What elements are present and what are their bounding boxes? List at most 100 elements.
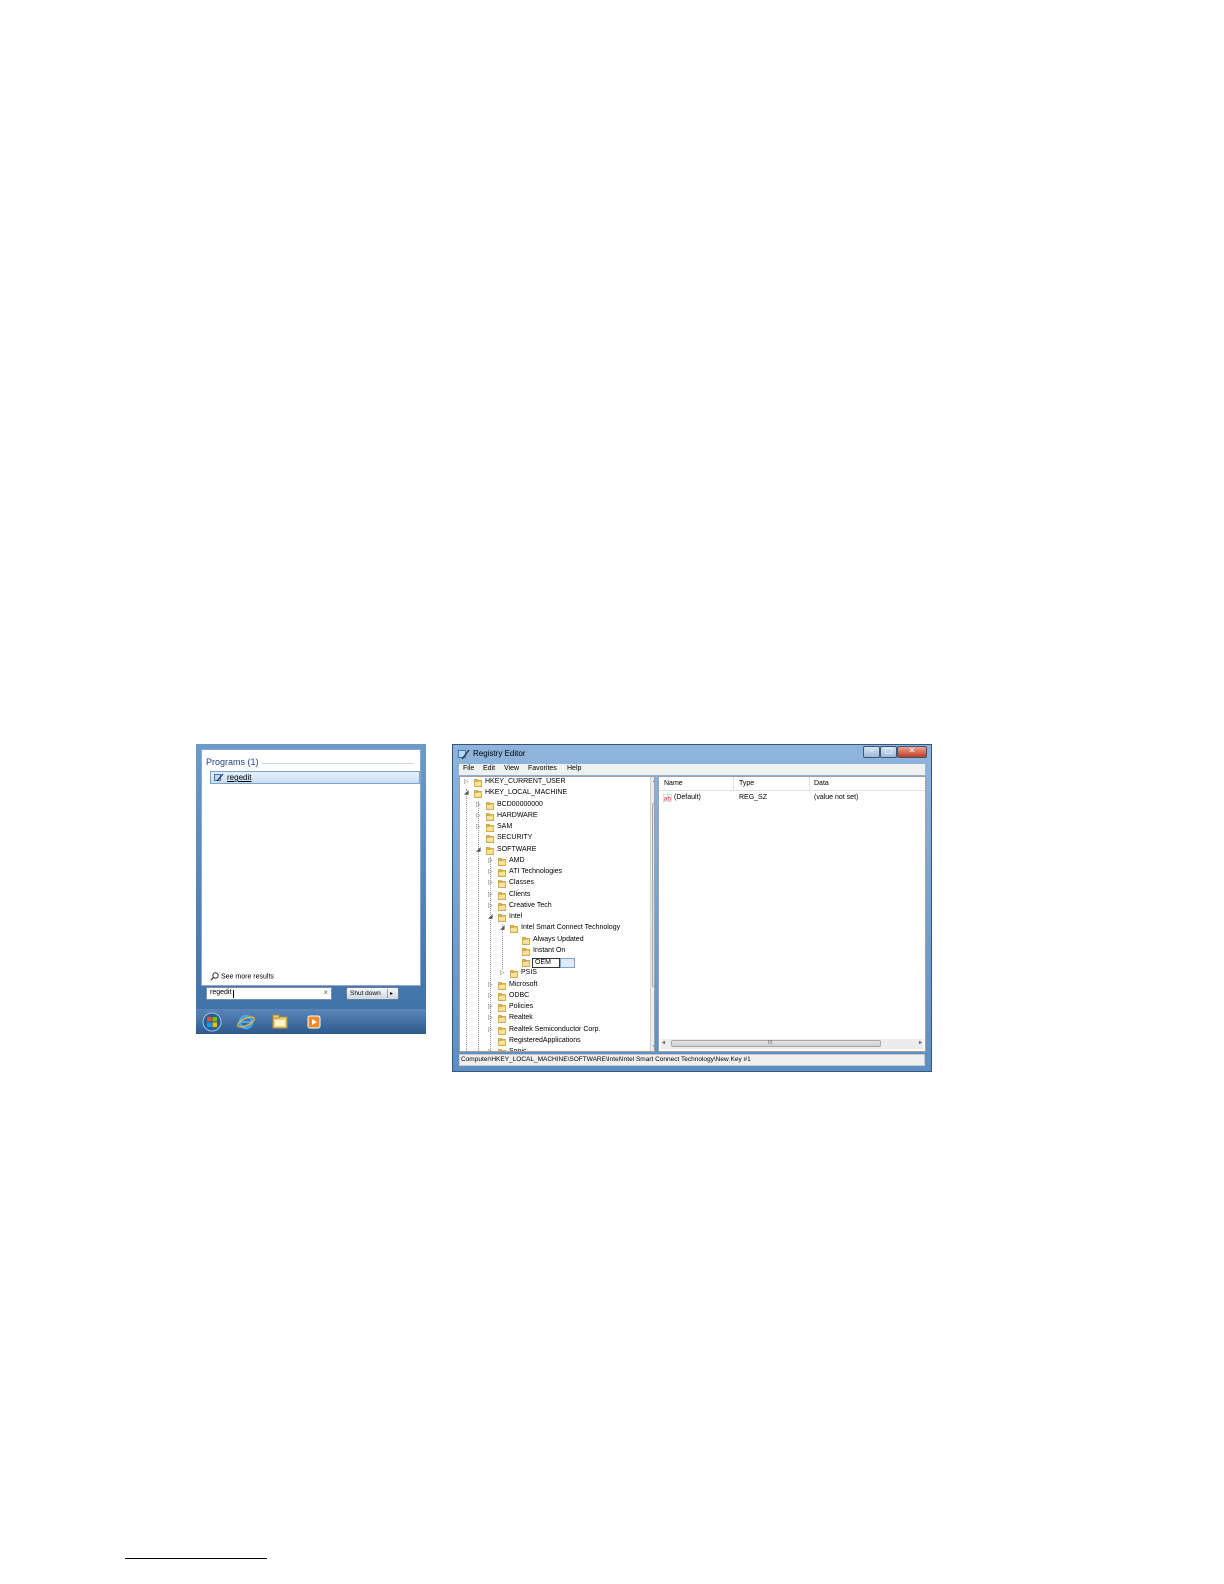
- tree-item[interactable]: ◢ SOFTWARE: [460, 846, 648, 857]
- column-data[interactable]: Data: [814, 780, 829, 787]
- tree-item[interactable]: ◢ Intel Smart Connect Technology: [460, 924, 648, 935]
- window-title: Registry Editor: [473, 749, 526, 758]
- tree-item[interactable]: ▷ Microsoft: [460, 981, 648, 992]
- tree-item[interactable]: ▷ Classes: [460, 879, 648, 890]
- tree-item-label: Classes: [509, 879, 534, 887]
- scroll-right-icon[interactable]: ▸: [919, 1039, 922, 1046]
- maximize-button[interactable]: □: [880, 746, 897, 758]
- tree-scroll-thumb[interactable]: ≡: [652, 803, 654, 987]
- tree-item-label: SECURITY: [497, 834, 533, 842]
- tree-expander-icon[interactable]: ▷: [488, 981, 494, 988]
- svg-text:ab: ab: [664, 796, 672, 803]
- tree-item[interactable]: ▷ BCD00000000: [460, 801, 648, 812]
- tree-expander-icon[interactable]: ▷: [488, 992, 494, 999]
- tree-expander-icon[interactable]: ▷: [488, 868, 494, 875]
- minimize-button[interactable]: –: [863, 746, 880, 758]
- tree-expander-icon[interactable]: ▷: [488, 857, 494, 864]
- media-player-icon[interactable]: [304, 1012, 324, 1032]
- column-name[interactable]: Name: [664, 780, 683, 787]
- tree-expander-icon[interactable]: ▷: [488, 1014, 494, 1021]
- scroll-left-icon[interactable]: ◂: [662, 1039, 665, 1046]
- tree-vertical-scrollbar[interactable]: ▲ ≡ ▼: [650, 777, 654, 1051]
- menu-help[interactable]: Help: [567, 765, 581, 772]
- tree-expander-icon[interactable]: ▷: [488, 1026, 494, 1033]
- column-divider[interactable]: [809, 777, 810, 790]
- tree-item-label: HKEY_CURRENT_USER: [485, 778, 566, 785]
- string-value-icon: ab: [663, 794, 672, 802]
- tree-item-label: Policies: [509, 1003, 534, 1010]
- tree-item[interactable]: ▷ ODBC: [460, 992, 648, 1003]
- tree-item[interactable]: ◢ Intel: [460, 913, 648, 924]
- tree-item[interactable]: ▷ PSIS: [460, 969, 648, 980]
- tree-expander-icon[interactable]: ▷: [476, 801, 482, 808]
- registry-key-tree[interactable]: ▲ ≡ ▼ ▷ HKEY_CURRENT_USER ◢ HKEY_LOCAL_MACH…: [459, 776, 655, 1052]
- tree-item[interactable]: ▷ Policies: [460, 1003, 648, 1014]
- tree-item[interactable]: ▷ Realtek: [460, 1014, 648, 1025]
- scroll-up-icon[interactable]: ▲: [652, 778, 654, 784]
- menu-edit[interactable]: Edit: [483, 765, 495, 772]
- tree-item[interactable]: ▷ Sonic: [460, 1048, 648, 1051]
- tree-item[interactable]: ▷ Creative Tech: [460, 902, 648, 913]
- scroll-grip-icon: III: [768, 1040, 773, 1046]
- column-divider[interactable]: [733, 777, 734, 790]
- tree-expander-icon[interactable]: ▷: [476, 823, 482, 830]
- tree-expander-icon[interactable]: ◢: [488, 913, 494, 920]
- start-orb-icon[interactable]: [202, 1012, 222, 1032]
- tree-expander-icon[interactable]: ▷: [488, 891, 494, 898]
- tree-item[interactable]: ◢ HKEY_LOCAL_MACHINE: [460, 789, 648, 800]
- shutdown-button[interactable]: Shut down ▸: [346, 987, 399, 1000]
- tree-expander-icon[interactable]: ◢: [500, 924, 506, 931]
- tree-item-label: Realtek: [509, 1014, 533, 1022]
- menu-view[interactable]: View: [504, 765, 519, 772]
- tree-expander-icon[interactable]: ▷: [488, 1003, 494, 1010]
- shutdown-options-arrow-icon[interactable]: ▸: [390, 990, 393, 997]
- start-search-input[interactable]: regedit ×: [206, 987, 332, 1000]
- tree-item[interactable]: OEM: [460, 958, 648, 969]
- tree-expander-icon[interactable]: ◢: [464, 789, 470, 796]
- tree-expander-icon[interactable]: ▷: [476, 812, 482, 819]
- menu-favorites[interactable]: Favorites: [528, 765, 557, 772]
- rename-selection-highlight: [560, 958, 575, 968]
- tree-item-label: Realtek Semiconductor Corp.: [509, 1025, 601, 1033]
- tree-expander-icon[interactable]: ◢: [476, 846, 482, 853]
- value-name: (Default): [674, 794, 701, 801]
- search-result-regedit[interactable]: regedit: [210, 771, 420, 784]
- tree-expander-icon[interactable]: ▷: [500, 969, 506, 976]
- scroll-down-icon[interactable]: ▼: [652, 1044, 654, 1050]
- tree-item[interactable]: ▷ Clients: [460, 891, 648, 902]
- folder-icon: [509, 970, 519, 979]
- tree-item[interactable]: ▷ SAM: [460, 823, 648, 834]
- tree-item[interactable]: RegisteredApplications: [460, 1037, 648, 1048]
- tree-expander-icon[interactable]: ▷: [488, 879, 494, 886]
- menu-file[interactable]: File: [463, 765, 474, 772]
- tree-item[interactable]: ▷ HARDWARE: [460, 812, 648, 823]
- folder-icon: [497, 857, 507, 866]
- registry-values-list[interactable]: Name Type Data ab (Default) REG_SZ (valu…: [658, 776, 926, 1052]
- column-type[interactable]: Type: [739, 780, 754, 787]
- tree-item[interactable]: ▷ HKEY_CURRENT_USER: [460, 778, 648, 789]
- tree-item[interactable]: Instant On: [460, 947, 648, 958]
- tree-item[interactable]: ▷ Realtek Semiconductor Corp.: [460, 1026, 648, 1037]
- tree-item-label: Always Updated: [533, 935, 584, 943]
- tree-item-label: Creative Tech: [509, 901, 552, 909]
- values-scroll-thumb[interactable]: III: [671, 1040, 881, 1047]
- tree-item-label: Intel Smart Connect Technology: [521, 924, 621, 932]
- close-button[interactable]: ✕: [897, 746, 927, 758]
- tree-item-label: SAM: [497, 823, 513, 830]
- clear-search-icon[interactable]: ×: [323, 988, 328, 997]
- folder-icon: [497, 914, 507, 922]
- internet-explorer-icon[interactable]: [236, 1012, 256, 1032]
- tree-item[interactable]: ▷ AMD: [460, 857, 648, 868]
- rename-key-input[interactable]: OEM: [532, 958, 560, 968]
- folder-icon: [497, 1049, 507, 1051]
- tree-item[interactable]: Always Updated: [460, 936, 648, 947]
- tree-expander-icon[interactable]: ▷: [464, 778, 470, 785]
- tree-expander-icon[interactable]: ▷: [488, 1048, 494, 1051]
- file-explorer-icon[interactable]: [270, 1012, 290, 1032]
- tree-expander-icon[interactable]: ▷: [488, 902, 494, 909]
- tree-item[interactable]: SECURITY: [460, 834, 648, 845]
- values-horizontal-scrollbar[interactable]: ◂ III ▸: [661, 1039, 923, 1049]
- tree-item-label: AMD: [509, 856, 525, 864]
- tree-item[interactable]: ▷ ATI Technologies: [460, 868, 648, 879]
- see-more-results-link[interactable]: See more results: [210, 972, 274, 981]
